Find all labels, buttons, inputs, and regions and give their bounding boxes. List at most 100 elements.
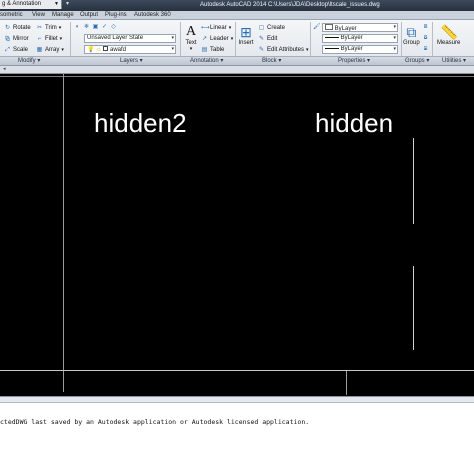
chevron-down-icon: ▾ (228, 25, 232, 31)
trim-icon: ✂ (36, 24, 43, 31)
array-button[interactable]: ▦ Array ▾ (36, 46, 64, 54)
lineweight-dropdown[interactable]: ByLayer ▾ (322, 34, 398, 43)
panel-title-groups-label: Groups (405, 58, 425, 64)
group-select-button[interactable]: ⧆ (422, 46, 429, 53)
panel-title-annotation-label: Annotation (190, 58, 219, 64)
layer-freeze-icon[interactable]: ❄ (83, 24, 90, 31)
layer-state-value: Unsaved Layer State (87, 35, 144, 41)
layer-dropdown[interactable]: 💡 ☼ awafd ▾ (84, 45, 176, 54)
trim-label: Trim (45, 25, 57, 31)
rotate-icon: ↻ (4, 24, 11, 31)
group-button[interactable]: ⧉ Group (403, 24, 420, 46)
command-window-header (0, 397, 474, 403)
panel-title-modify[interactable]: Modify ▾ (18, 57, 40, 65)
edit-attributes-label: Edit Attributes (267, 47, 305, 53)
panel-title-utilities[interactable]: Utilities ▾ (442, 57, 466, 65)
panel-title-properties-label: Properties (338, 58, 366, 64)
edit-attributes-button[interactable]: ✎ Edit Attributes ▾ (258, 46, 309, 54)
tab-plug-ins[interactable]: Plug-ins (105, 11, 127, 20)
edit-block-button[interactable]: ✎ Edit (258, 35, 277, 43)
rotate-label: Rotate (13, 25, 31, 31)
layer-tools-row: ◐ ❄ ▣ ✓ ◇ (74, 24, 117, 31)
linear-label: Linear (210, 25, 227, 31)
panel-title-bar: Modify ▾ Layers ▾ Annotation ▾ Block ▾ P… (0, 56, 474, 65)
ungroup-button[interactable]: ⧈ (422, 24, 429, 31)
tab-output[interactable]: Output (80, 11, 98, 20)
drawing-label-hidden2[interactable]: hidden2 (94, 108, 187, 139)
panel-title-utilities-label: Utilities (442, 58, 462, 64)
color-dropdown[interactable]: ByLayer ▾ (322, 23, 398, 32)
linetype-value: ByLayer (340, 46, 363, 52)
create-block-button[interactable]: ▢ Create (258, 24, 285, 32)
rotate-button[interactable]: ↻ Rotate (4, 24, 31, 32)
lineweight-preview (325, 36, 339, 38)
tab-isometric[interactable]: sometric (0, 11, 23, 20)
color-value: ByLayer (334, 26, 357, 32)
lineweight-value: ByLayer (340, 35, 363, 41)
drawing-canvas[interactable]: hidden2 hidden (0, 74, 474, 396)
group-select-icon: ⧆ (423, 46, 428, 52)
horizontal-line (0, 370, 474, 371)
chevron-down-icon: ▾ (171, 35, 174, 41)
command-history-line: ctedDWG last saved by an Autodesk applic… (0, 418, 310, 426)
ribbon-tab-bar: sometric View Manage Output Plug-ins Aut… (0, 11, 474, 20)
short-vertical-line (346, 371, 347, 395)
layer-state-dropdown[interactable]: Unsaved Layer State ▾ (84, 34, 176, 43)
edit-label: Edit (267, 36, 278, 42)
top-border-line (0, 76, 474, 77)
scale-label: Scale (13, 47, 29, 53)
chevron-down-icon: ▾ (189, 46, 193, 52)
drawing-label-hidden[interactable]: hidden (315, 108, 393, 139)
mirror-icon: ⧎ (4, 35, 11, 42)
vertical-line-left (63, 74, 64, 392)
chevron-down-icon: ▾ (58, 25, 62, 31)
fillet-label: Fillet (45, 36, 58, 42)
layer-match-icon[interactable]: ✓ (101, 24, 108, 31)
table-button[interactable]: ▤ Table (201, 46, 225, 54)
tab-autodesk-360[interactable]: Autodesk 360 (134, 11, 171, 20)
text-button[interactable]: A Text ▾ (183, 24, 199, 52)
chevron-left-icon[interactable]: ◂ (3, 66, 6, 72)
array-icon: ▦ (36, 46, 43, 53)
chevron-down-icon: ▾ (230, 36, 234, 42)
create-block-icon: ▢ (258, 24, 265, 31)
linetype-dropdown[interactable]: ByLayer ▾ (322, 45, 398, 54)
panel-title-properties[interactable]: Properties ▾ (338, 57, 370, 65)
panel-title-annotation[interactable]: Annotation ▾ (190, 57, 223, 65)
title-bar: g & Annotation ▼ ▾ Autodesk AutoCAD 2014… (0, 0, 474, 11)
linear-button[interactable]: ⟷ Linear ▾ (201, 24, 231, 32)
panel-title-block[interactable]: Block ▾ (262, 57, 281, 65)
panel-title-groups[interactable]: Groups ▾ (405, 57, 429, 65)
panel-title-layers[interactable]: Layers ▾ (120, 57, 143, 65)
insert-button[interactable]: ⊞ Insert (238, 24, 254, 46)
group-edit-button[interactable]: ⧇ (422, 35, 429, 42)
scale-button[interactable]: ⤢ Scale (4, 46, 28, 54)
layer-isolate-icon[interactable]: ◇ (110, 24, 117, 31)
linear-dimension-icon: ⟷ (201, 24, 210, 31)
hidden-dashed-line-segment (413, 266, 414, 350)
chevron-down-icon: ▾ (171, 46, 174, 52)
quick-access-menu-icon[interactable]: ▾ (66, 0, 69, 9)
workspace-dropdown[interactable]: g & Annotation ▼ (0, 0, 62, 9)
ungroup-icon: ⧈ (423, 24, 428, 30)
mirror-button[interactable]: ⧎ Mirror (4, 35, 29, 43)
workspace-label: g & Annotation (2, 1, 42, 7)
linetype-preview (325, 47, 339, 49)
trim-button[interactable]: ✂ Trim ▾ (36, 24, 61, 32)
tab-view[interactable]: View (32, 11, 45, 20)
match-properties-button[interactable]: 🖌 (313, 24, 321, 31)
file-tab-strip: ◂ (0, 66, 474, 74)
chevron-down-icon: ▾ (306, 47, 309, 53)
chevron-down-icon: ▾ (61, 47, 64, 53)
layer-off-icon[interactable]: ◐ (74, 24, 81, 31)
leader-button[interactable]: ↗ Leader ▾ (201, 35, 233, 43)
edit-attributes-icon: ✎ (258, 46, 265, 53)
scale-icon: ⤢ (5, 46, 10, 53)
edit-block-icon: ✎ (258, 35, 265, 42)
fillet-button[interactable]: ⌐ Fillet ▾ (36, 35, 62, 43)
layer-lock-icon[interactable]: ▣ (92, 24, 99, 31)
tab-manage[interactable]: Manage (52, 11, 74, 20)
panel-title-block-label: Block (262, 58, 277, 64)
group-icon: ⧉ (406, 24, 417, 40)
measure-button[interactable]: 📏 Measure (437, 24, 460, 46)
